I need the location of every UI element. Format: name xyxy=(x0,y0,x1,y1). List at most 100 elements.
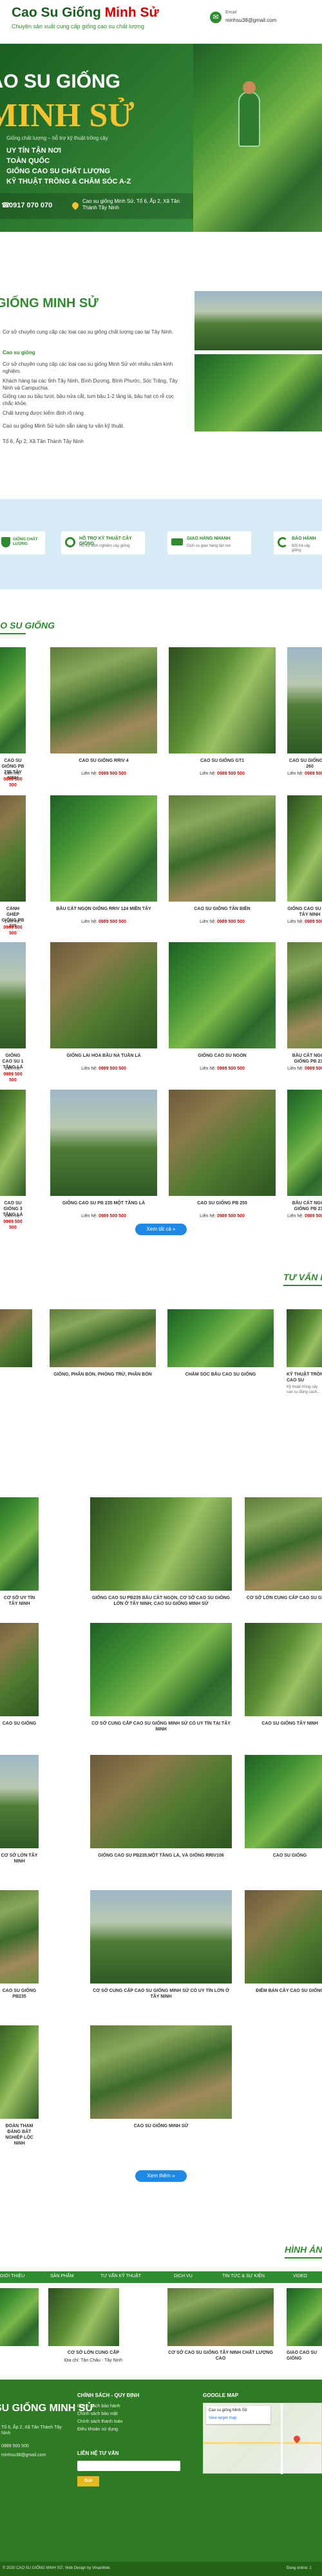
product-photo[interactable] xyxy=(50,1090,157,1196)
policy-link[interactable]: Chính sách thanh toán xyxy=(77,2420,122,2424)
product-photo[interactable] xyxy=(287,942,322,1048)
footer-email[interactable]: minhsu38@gmail.com xyxy=(1,2453,46,2458)
product-title[interactable]: GIỐNG LAI HOA BẦU NA TUẦN LÁ xyxy=(50,1053,157,1059)
site-logo[interactable]: Cao Su Giống Minh Sử xyxy=(12,5,159,21)
footer-phone[interactable]: 0989 500 500 xyxy=(1,2444,29,2448)
gallery-photo[interactable] xyxy=(90,1623,232,1716)
gallery-title[interactable]: CƠ SỞ CUNG CẤP CAO SU GIỐNG MINH SỬ CÓ U… xyxy=(90,1988,232,2000)
gallery-title[interactable]: CAO SU GIỐNG PB235 xyxy=(0,1988,39,2000)
price-value[interactable]: 0989 500 500 xyxy=(3,1072,22,1083)
tab-video[interactable]: VIDEO xyxy=(293,2274,307,2278)
gallery-more-button[interactable]: Xem thêm » xyxy=(135,2170,187,2182)
product-title[interactable]: BẦU CẮT NGỌN GIỐNG PB 235 xyxy=(287,1053,322,1065)
image-item-title[interactable]: GIAO CAO SU GIỐNG xyxy=(287,2350,322,2362)
contact-submit-button[interactable]: Gửi xyxy=(77,2476,99,2486)
product-photo[interactable] xyxy=(0,647,26,753)
tab-products[interactable]: SẢN PHẨM xyxy=(50,2274,74,2278)
advice-item-title[interactable]: KỸ THUẬT TRỒNG CÂY CAO SU xyxy=(287,1372,322,1383)
advice-photo[interactable] xyxy=(0,1309,32,1367)
tab-advice[interactable]: TƯ VẤN KỸ THUẬT xyxy=(100,2274,141,2278)
gallery-photo[interactable] xyxy=(0,1497,39,1591)
policy-link[interactable]: Điều khoản sử dụng xyxy=(77,2427,118,2432)
contact-email-input[interactable] xyxy=(77,2461,180,2471)
gallery-photo[interactable] xyxy=(245,1623,322,1716)
product-title[interactable]: GIỐNG CAO SU NGON xyxy=(169,1053,276,1059)
price-value[interactable]: 0989 500 500 xyxy=(99,1066,126,1071)
gallery-title[interactable]: CƠ SỞ CUNG CẤP CAO SU GIỐNG MINH SỬ CÓ U… xyxy=(90,1721,232,1732)
gallery-photo[interactable] xyxy=(0,1890,39,1984)
gallery-title[interactable]: CAO SU GIỐNG xyxy=(0,1721,39,1727)
advice-item-title[interactable]: GIỐNG, PHÂN BÓN, PHÒNG TRỪ, PHÂN BÓN xyxy=(50,1372,156,1378)
google-map[interactable]: Cao su giống Minh Sử View larger map xyxy=(203,2403,322,2474)
price-value[interactable]: 0989 500 500 xyxy=(99,772,126,776)
advice-photo[interactable] xyxy=(287,1309,322,1367)
price-value[interactable]: 0989 500 500 xyxy=(305,1214,322,1218)
gallery-photo[interactable] xyxy=(0,1623,39,1716)
product-photo[interactable] xyxy=(169,942,276,1048)
gallery-title[interactable]: CƠ SỞ UY TÍN TÂY NINH xyxy=(0,1595,39,1607)
products-more-button[interactable]: Xem tất cả » xyxy=(135,1224,187,1235)
gallery-photo[interactable] xyxy=(245,1890,322,1984)
image-photo[interactable] xyxy=(287,2288,322,2346)
gallery-title[interactable]: CAO SU GIỐNG xyxy=(245,1853,322,1859)
price-value[interactable]: 0989 500 500 xyxy=(3,925,22,936)
gallery-title[interactable]: CƠ SỞ LỚN CUNG CẤP CAO SU GIỐNG xyxy=(245,1595,322,1601)
gallery-photo[interactable] xyxy=(90,2025,232,2119)
gallery-title[interactable]: ĐOÀN THAM ĐÁNG BẮT NGHIỆP LỘC NINH xyxy=(0,2123,39,2146)
price-value[interactable]: 0989 500 500 xyxy=(99,920,126,924)
product-title[interactable]: CAO SU GIỐNG PB 255 xyxy=(169,1200,276,1206)
product-photo[interactable] xyxy=(50,647,157,753)
price-value[interactable]: 0989 500 500 xyxy=(305,772,322,776)
price-value[interactable]: 0989 500 500 xyxy=(217,1214,245,1218)
map-larger-link[interactable]: View larger map xyxy=(209,2416,236,2420)
image-item-title[interactable]: CƠ SỞ CAO SU GIỐNG TÂY NINH CHẤT LƯỢNG C… xyxy=(167,2350,274,2362)
image-photo[interactable] xyxy=(167,2288,274,2346)
product-photo[interactable] xyxy=(0,795,26,902)
gallery-photo[interactable] xyxy=(90,1755,232,1848)
product-title[interactable]: CAO SU GIỐNG PB 260 xyxy=(287,758,322,770)
price-value[interactable]: 0989 500 500 xyxy=(217,772,245,776)
gallery-photo[interactable] xyxy=(245,1755,322,1848)
gallery-title[interactable]: GIỐNG CAO SU PB235 BẦU CẮT NGỌN, CƠ SỞ C… xyxy=(90,1595,232,1607)
tab-intro[interactable]: GIỚI THIỆU xyxy=(0,2274,24,2278)
price-value[interactable]: 0989 500 500 xyxy=(99,1214,126,1218)
product-title[interactable]: BẦU CẮT NGỌN GIỐNG PB 235 xyxy=(287,1200,322,1212)
gallery-title[interactable]: CAO SU GIỐNG MINH SỬ xyxy=(90,2123,232,2129)
policy-link[interactable]: Chính sách bảo hành xyxy=(77,2404,120,2409)
gallery-title[interactable]: CAO SU GIỐNG TÂY NINH xyxy=(245,1721,322,1727)
product-photo[interactable] xyxy=(287,1090,322,1196)
price-value[interactable]: 0989 500 500 xyxy=(3,777,22,788)
gallery-title[interactable]: ĐIỂM BÁN CÂY CAO SU GIỐNG xyxy=(245,1988,322,1994)
product-photo[interactable] xyxy=(0,1090,26,1196)
gallery-photo[interactable] xyxy=(0,1755,39,1848)
product-photo[interactable] xyxy=(50,795,157,902)
policy-link[interactable]: Chính sách bảo mật xyxy=(77,2412,118,2416)
price-value[interactable]: 0989 500 500 xyxy=(305,920,322,924)
product-title[interactable]: CAO SU GIỐNG RRIV 4 xyxy=(50,758,157,764)
product-photo[interactable] xyxy=(0,942,26,1048)
product-title[interactable]: CAO SU GIỐNG GT1 xyxy=(169,758,276,764)
product-photo[interactable] xyxy=(169,1090,276,1196)
image-photo[interactable] xyxy=(0,2288,39,2346)
hero-phone[interactable]: 0917 070 070 xyxy=(9,202,52,209)
product-title[interactable]: CAO SU GIỐNG TÂN BIÊN xyxy=(169,906,276,912)
product-photo[interactable] xyxy=(287,795,322,902)
gallery-title[interactable]: CƠ SỞ LỚN TÂY NINH xyxy=(0,1853,39,1864)
product-photo[interactable] xyxy=(169,647,276,753)
gallery-photo[interactable] xyxy=(245,1497,322,1591)
product-title[interactable]: BẦU CẮT NGỌN GIỐNG RRIV 124 MIỀN TÂY xyxy=(50,906,157,912)
email-value[interactable]: minhsu38@gmail.com xyxy=(225,17,276,23)
image-item-title[interactable]: CƠ SỞ LỚN CUNG CẤP xyxy=(48,2350,138,2356)
gallery-photo[interactable] xyxy=(90,1497,232,1591)
price-value[interactable]: 0989 500 500 xyxy=(217,1066,245,1071)
tab-news[interactable]: TIN TỨC & SỰ KIỆN xyxy=(222,2274,265,2278)
price-value[interactable]: 0989 500 500 xyxy=(217,920,245,924)
gallery-photo[interactable] xyxy=(0,2025,39,2119)
price-value[interactable]: 0989 500 500 xyxy=(3,1220,22,1230)
product-photo[interactable] xyxy=(50,942,157,1048)
tab-services[interactable]: DỊCH VỤ xyxy=(174,2274,193,2278)
product-title[interactable]: GIỐNG CAO SU PB 235 MỘT TẦNG LÁ xyxy=(50,1200,157,1206)
advice-photo[interactable] xyxy=(50,1309,156,1367)
product-photo[interactable] xyxy=(169,795,276,902)
advice-photo[interactable] xyxy=(167,1309,274,1367)
